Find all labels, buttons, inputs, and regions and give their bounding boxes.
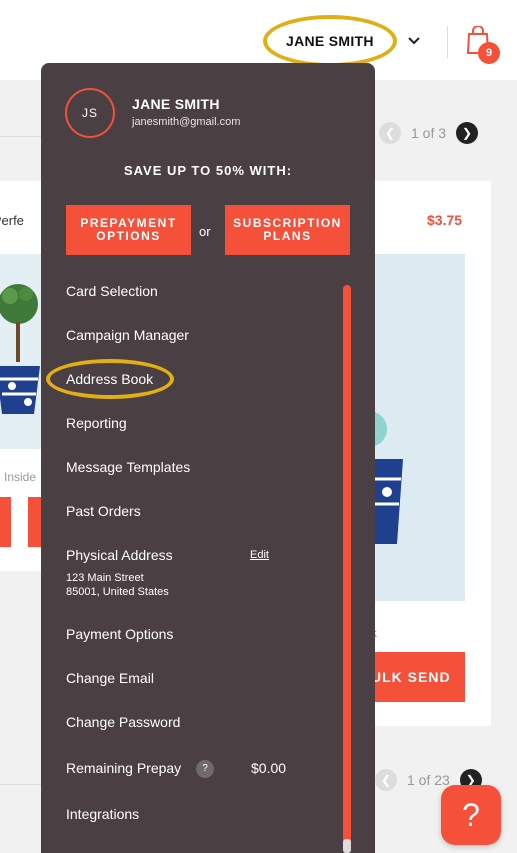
address-line-2: 85001, United States [66, 586, 169, 598]
next-page-button[interactable]: ❯ [456, 122, 479, 144]
product-card[interactable]: $3.75 k ULK SEND [375, 181, 491, 726]
scrollbar[interactable] [343, 285, 351, 853]
prepayment-options-button[interactable]: PREPAYMENT OPTIONS [66, 205, 191, 255]
user-dropdown-menu: JS JANE SMITH janesmith@gmail.com SAVE U… [41, 63, 375, 853]
pager-top: ❮ 1 of 3 ❯ [379, 122, 479, 144]
menu-item-campaign-manager[interactable]: Campaign Manager [66, 327, 189, 343]
highlight-annotation [263, 15, 397, 67]
highlight-annotation [46, 359, 174, 399]
divider [0, 136, 42, 137]
card-title: o Perfe [0, 213, 24, 228]
dropdown-user-email: janesmith@gmail.com [132, 116, 241, 128]
save-promo-text: SAVE UP TO 50% WITH: [123, 163, 293, 178]
page-indicator: 1 of 3 [411, 125, 447, 141]
menu-item-message-templates[interactable]: Message Templates [66, 459, 190, 475]
or-label: or [199, 224, 211, 239]
cart-count-badge: 9 [478, 42, 500, 64]
prev-page-button[interactable]: ❮ [375, 769, 397, 791]
remaining-prepay-value: $0.00 [251, 760, 287, 776]
menu-item-change-password[interactable]: Change Password [66, 714, 180, 730]
help-icon[interactable]: ? [196, 760, 214, 778]
menu-item-physical-address[interactable]: Physical Address [66, 547, 173, 563]
scrollbar-thumb[interactable] [343, 839, 351, 853]
card-image [375, 254, 465, 601]
dropdown-user-name: JANE SMITH [132, 96, 220, 112]
menu-item-remaining-prepay: Remaining Prepay [66, 760, 182, 776]
card-action-button[interactable] [28, 497, 42, 547]
header-divider [447, 26, 448, 58]
menu-item-card-selection[interactable]: Card Selection [66, 283, 158, 299]
card-action-button[interactable] [0, 497, 11, 547]
card-inside-label: Inside [4, 470, 37, 484]
card-price: $3.75 [427, 212, 463, 228]
menu-item-reporting[interactable]: Reporting [66, 415, 127, 431]
menu-item-past-orders[interactable]: Past Orders [66, 503, 141, 519]
menu-item-payment-options[interactable]: Payment Options [66, 626, 173, 642]
help-button[interactable]: ? [441, 785, 501, 845]
divider [0, 784, 42, 785]
product-card[interactable]: o Perfe Inside [0, 181, 42, 571]
bulk-send-button[interactable]: ULK SEND [375, 652, 465, 702]
menu-item-integrations[interactable]: Integrations [66, 806, 139, 822]
chevron-down-icon[interactable] [406, 33, 422, 49]
page-indicator: 1 of 23 [407, 772, 450, 788]
edit-address-link[interactable]: Edit [250, 549, 269, 561]
menu-item-change-email[interactable]: Change Email [66, 670, 154, 686]
card-caption: k [375, 626, 377, 640]
address-line-1: 123 Main Street [66, 572, 144, 584]
prev-page-button[interactable]: ❮ [379, 122, 401, 144]
subscription-plans-button[interactable]: SUBSCRIPTION PLANS [225, 205, 350, 255]
card-image [0, 254, 42, 449]
avatar: JS [65, 88, 115, 138]
